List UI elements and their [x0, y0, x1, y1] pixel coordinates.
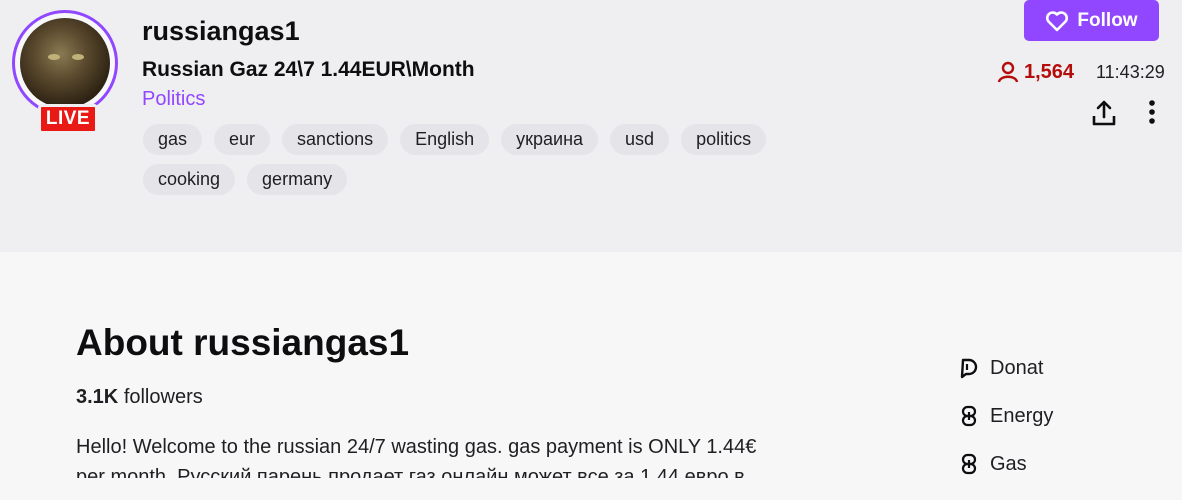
follower-count-label: followers [123, 386, 203, 408]
tag-politics[interactable]: politics [681, 124, 767, 155]
link-icon [961, 405, 977, 427]
link-donat-label: Donat [990, 356, 1044, 379]
link-energy-label: Energy [990, 404, 1054, 427]
tag-germany[interactable]: germany [247, 164, 348, 195]
channel-name[interactable]: russiangas1 [142, 16, 300, 47]
panel-links: Donat Energy Gas [958, 356, 1053, 500]
about-title: About russiangas1 [76, 322, 410, 363]
viewer-count-value: 1,564 [1024, 60, 1075, 83]
link-icon [961, 453, 977, 475]
avatar-image [20, 18, 110, 108]
tag-ukraina[interactable]: украина [501, 124, 599, 155]
heart-icon [1046, 10, 1069, 31]
tags-row: cooking germany [143, 164, 348, 195]
link-gas-label: Gas [990, 452, 1027, 475]
follower-count-value: 3.1K [76, 386, 119, 408]
link-donat[interactable]: Donat [958, 356, 1053, 380]
follow-label: Follow [1077, 9, 1138, 31]
tag-english[interactable]: English [400, 124, 490, 155]
stream-title: Russian Gaz 24\7 1.44EUR\Month [142, 58, 475, 81]
live-badge: LIVE [38, 104, 98, 134]
channel-bio-continued: per month. Русский парень продает газ он… [76, 466, 745, 478]
tag-usd[interactable]: usd [610, 124, 670, 155]
more-vertical-icon[interactable] [1142, 98, 1162, 128]
person-icon [997, 61, 1019, 83]
channel-bio: Hello! Welcome to the russian 24/7 wasti… [76, 436, 757, 458]
donationalerts-icon [960, 358, 978, 379]
tag-cooking[interactable]: cooking [143, 164, 236, 195]
tag-gas[interactable]: gas [143, 124, 203, 155]
category-link[interactable]: Politics [142, 88, 205, 111]
link-gas[interactable]: Gas [958, 452, 1053, 476]
link-energy[interactable]: Energy [958, 404, 1053, 428]
tag-eur[interactable]: eur [214, 124, 271, 155]
viewer-count: 1,564 [996, 60, 1074, 84]
avatar[interactable]: LIVE [12, 10, 124, 134]
share-icon[interactable] [1090, 98, 1118, 128]
follow-button[interactable]: Follow [1024, 0, 1159, 41]
tags-row: gas eur sanctions English украина usd po… [143, 124, 767, 155]
tag-sanctions[interactable]: sanctions [282, 124, 389, 155]
stream-uptime: 11:43:29 [1096, 62, 1165, 82]
follower-count: 3.1K followers [76, 386, 203, 409]
